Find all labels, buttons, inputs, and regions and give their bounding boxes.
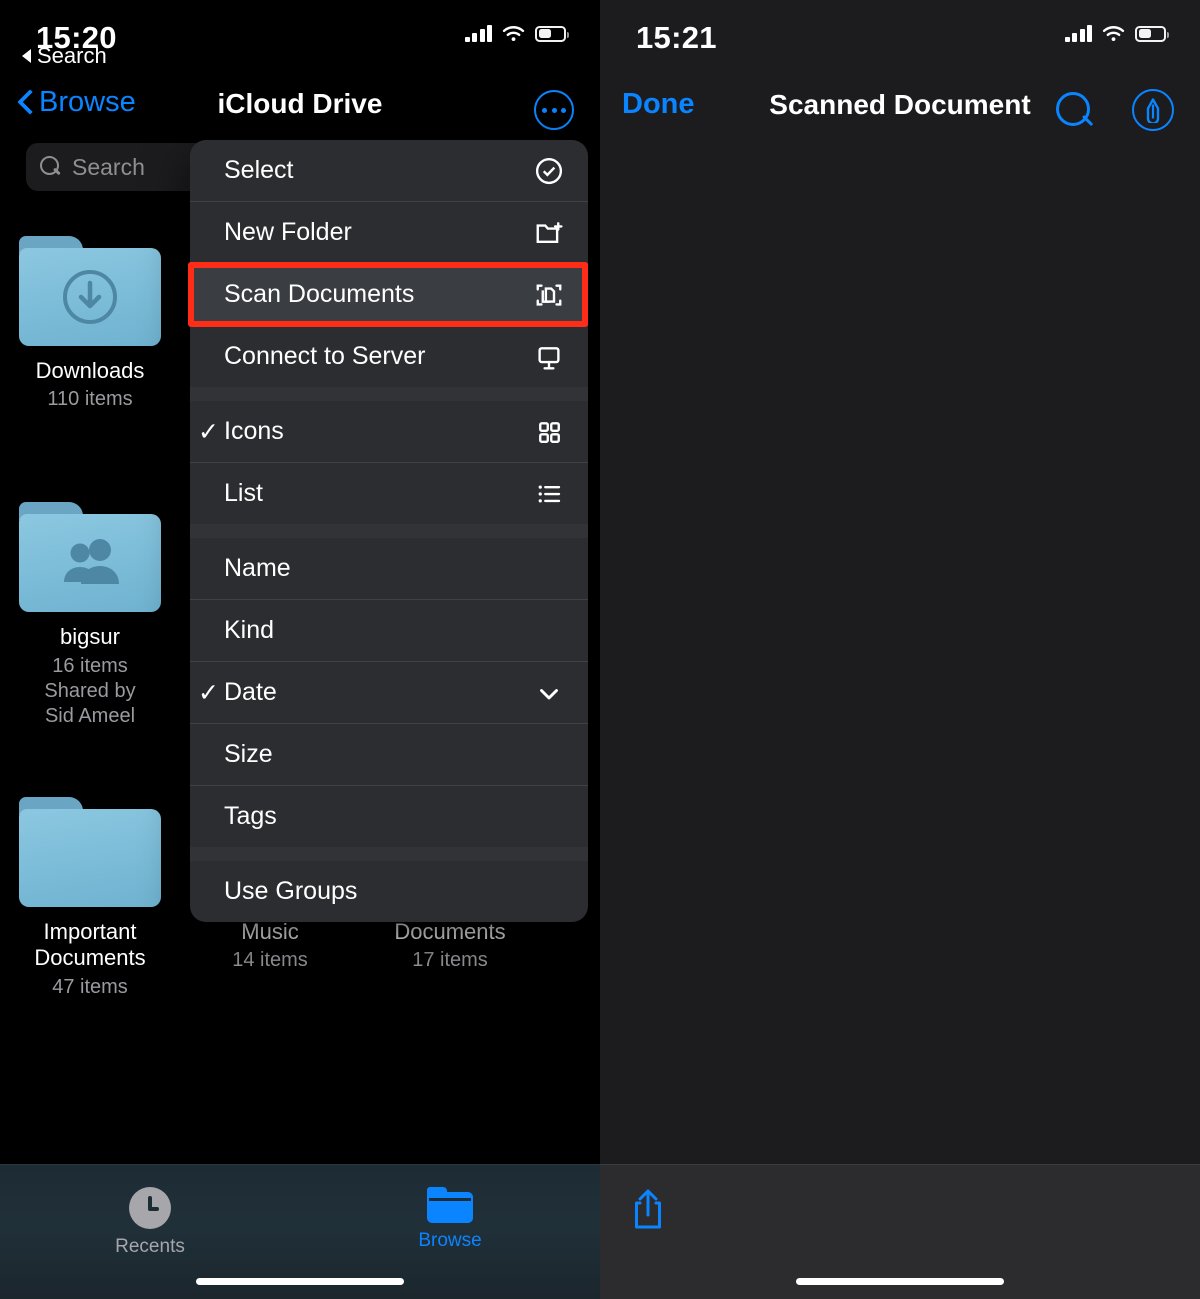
tab-bar: Recents Browse <box>0 1164 600 1299</box>
folder-item-count: 47 items <box>52 975 128 998</box>
menu-section-gap <box>190 847 588 861</box>
folder-item-important-documents[interactable]: Important Documents 47 items <box>0 796 180 1000</box>
menu-item-label: Icons <box>224 417 284 445</box>
document-scanner-icon <box>528 279 564 311</box>
menu-item-label: Scan Documents <box>224 280 415 308</box>
wifi-icon <box>502 25 525 42</box>
menu-section-gap <box>190 387 588 401</box>
dual-screenshot: 15:20 Search Browse iCloud Drive Search … <box>0 0 1200 1299</box>
folder-item-count: 16 items <box>52 654 128 677</box>
status-indicators <box>1064 25 1169 42</box>
status-time: 15:21 <box>636 20 717 55</box>
right-phone-screen: 15:21 Done Scanned Document VOID <box>600 0 1200 1299</box>
menu-item-label: List <box>224 479 263 507</box>
menu-item-label: Tags <box>224 802 277 830</box>
status-bar-left: 15:20 Search <box>0 0 600 69</box>
clock-icon <box>129 1187 171 1229</box>
menu-item-size[interactable]: Size <box>190 724 588 785</box>
document-title: Scanned Document <box>769 89 1031 120</box>
two-people-icon <box>19 514 161 612</box>
list-bullet-icon <box>528 478 564 510</box>
menu-item-label: New Folder <box>224 218 352 246</box>
menu-item-kind[interactable]: Kind <box>190 600 588 661</box>
share-icon[interactable] <box>630 1187 666 1231</box>
folder-name: Downloads <box>35 358 145 383</box>
menu-item-name[interactable]: Name <box>190 538 588 599</box>
left-phone-screen: 15:20 Search Browse iCloud Drive Search … <box>0 0 600 1299</box>
display-icon <box>528 341 564 373</box>
home-indicator[interactable] <box>796 1278 1004 1285</box>
status-indicators <box>464 25 569 42</box>
navigation-bar-left: Browse iCloud Drive <box>0 76 600 138</box>
folder-shared-line2: Sid Ameel <box>44 704 136 727</box>
folder-name: bigsur <box>60 624 120 650</box>
folder-item-count: 14 items <box>232 949 308 972</box>
wifi-icon <box>1102 25 1125 42</box>
folder-name: Music <box>241 918 299 944</box>
context-menu: Select New Folder Scan Documents Connect… <box>190 140 588 922</box>
search-icon[interactable] <box>1054 90 1094 130</box>
menu-item-select[interactable]: Select <box>190 140 588 201</box>
chevron-down-icon <box>528 677 564 709</box>
folder-item-count: 17 items <box>412 949 488 972</box>
folder-item-downloads[interactable]: Downloads 110 items <box>0 236 180 412</box>
menu-item-label: Size <box>224 740 273 768</box>
tab-recents[interactable]: Recents <box>80 1187 220 1258</box>
folder-name: Documents <box>394 918 506 944</box>
cellular-bars-icon <box>464 25 492 42</box>
grid-icon <box>528 416 564 448</box>
cellular-bars-icon <box>1064 25 1092 42</box>
folder-icon <box>19 502 161 613</box>
checkmark-icon: ✓ <box>198 678 219 707</box>
menu-item-label: Name <box>224 554 291 582</box>
menu-item-icons[interactable]: ✓ Icons <box>190 401 588 462</box>
navigation-bar-right: Done Scanned Document <box>600 76 1200 140</box>
search-icon <box>40 156 62 178</box>
folder-item-bigsur[interactable]: bigsur 16 items Shared by Sid Ameel <box>0 502 180 728</box>
menu-item-label: Date <box>224 678 277 706</box>
menu-item-label: Use Groups <box>224 877 358 905</box>
menu-item-use-groups[interactable]: Use Groups <box>190 861 588 922</box>
folder-name-line2: Documents <box>34 945 146 971</box>
folder-shared-line1: Shared by <box>44 679 136 702</box>
tab-browse[interactable]: Browse <box>380 1187 520 1252</box>
menu-item-label: Select <box>224 156 294 184</box>
search-placeholder: Search <box>72 153 145 180</box>
home-indicator[interactable] <box>196 1278 404 1285</box>
folder-name-line1: Important <box>43 918 137 944</box>
menu-section-gap <box>190 524 588 538</box>
back-to-search-link[interactable]: Search <box>22 43 107 69</box>
markup-pen-circle-icon[interactable] <box>1132 89 1174 131</box>
menu-item-tags[interactable]: Tags <box>190 786 588 847</box>
menu-item-date[interactable]: ✓ Date <box>190 662 588 723</box>
back-to-search-label: Search <box>37 43 107 68</box>
page-title: iCloud Drive <box>217 88 383 119</box>
download-arrow-icon <box>19 248 161 346</box>
folder-icon <box>427 1187 473 1223</box>
battery-icon <box>1135 25 1169 42</box>
folder-item-count: 110 items <box>47 388 133 411</box>
menu-item-new-folder[interactable]: New Folder <box>190 202 588 263</box>
battery-icon <box>535 25 569 42</box>
folder-plus-icon <box>528 217 564 249</box>
folder-icon <box>19 796 161 907</box>
menu-item-label: Connect to Server <box>224 342 426 370</box>
ellipsis-circle-icon[interactable] <box>534 90 574 130</box>
folder-icon <box>19 236 161 346</box>
checkmark-icon: ✓ <box>198 417 219 446</box>
menu-item-label: Kind <box>224 616 275 644</box>
checkmark-circle-icon <box>528 155 564 187</box>
back-triangle-icon <box>22 49 31 63</box>
menu-item-list[interactable]: List <box>190 463 588 524</box>
menu-item-scan-documents[interactable]: Scan Documents <box>190 264 588 325</box>
tab-label: Recents <box>115 1236 185 1257</box>
menu-item-connect-to-server[interactable]: Connect to Server <box>190 326 588 387</box>
tab-label: Browse <box>418 1230 482 1251</box>
status-bar-right: 15:21 <box>600 0 1200 66</box>
document-toolbar <box>600 1164 1200 1299</box>
